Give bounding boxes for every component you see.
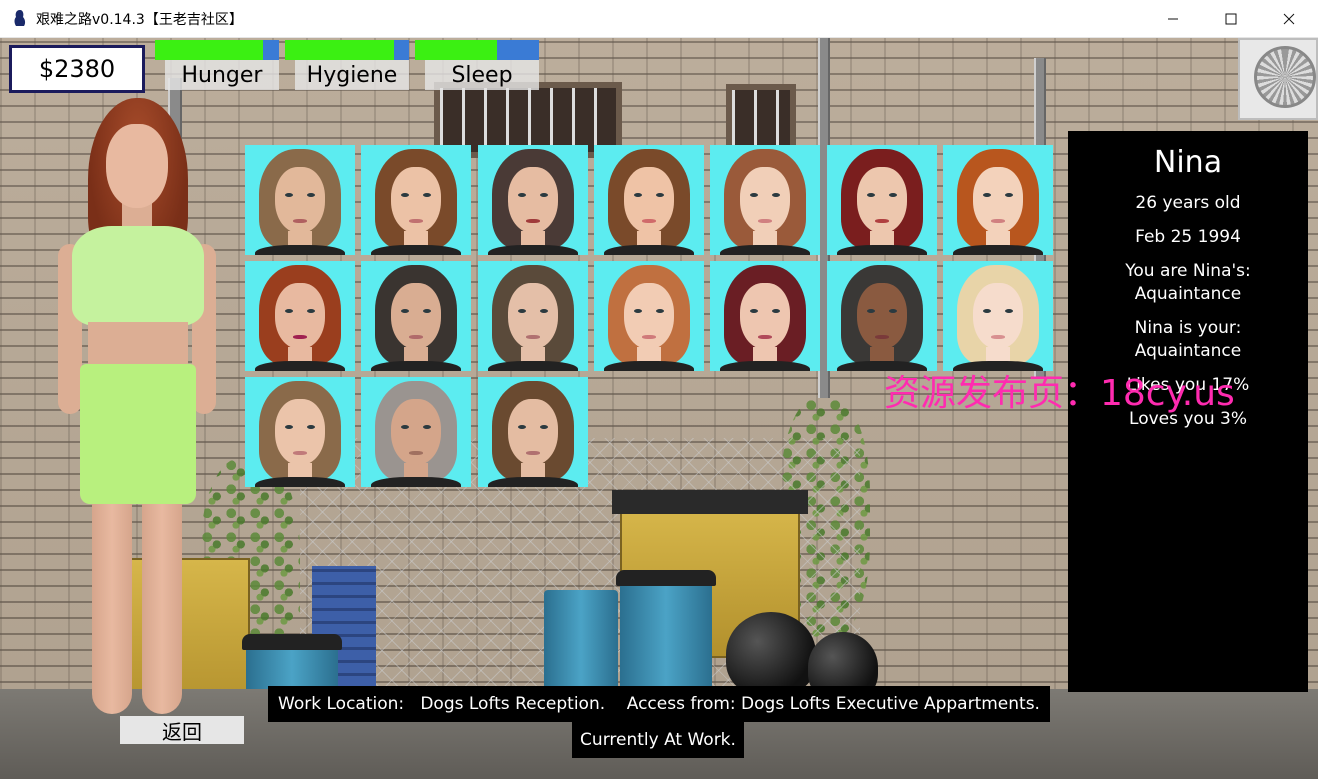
character-portrait[interactable] <box>942 261 1053 371</box>
character-portrait[interactable] <box>477 261 588 371</box>
character-portrait[interactable] <box>826 145 937 255</box>
game-viewport: $2380 Hunger Hygiene Sleep Nina 26 years o… <box>0 38 1318 779</box>
character-birthdate: Feb 25 1994 <box>1135 227 1241 247</box>
stat-hygiene: Hygiene <box>285 40 409 90</box>
watermark-text: 资源发布页：18cy.us <box>884 373 1235 414</box>
trash-bin-lid <box>242 634 342 650</box>
stat-sleep: Sleep <box>415 40 539 90</box>
character-name: Nina <box>1153 145 1223 180</box>
dumpster-lid <box>612 490 808 514</box>
character-portrait[interactable] <box>245 377 355 487</box>
character-portrait[interactable] <box>710 145 821 255</box>
stat-bar-track <box>285 40 409 60</box>
character-portrait[interactable] <box>245 145 355 255</box>
relation-value-you-are: Aquaintance <box>1134 284 1242 304</box>
stat-label: Hygiene <box>295 60 409 90</box>
stat-label: Hunger <box>165 60 279 90</box>
stat-bar-track <box>415 40 539 60</box>
app-icon <box>14 9 26 26</box>
relation-value-is-your: Aquaintance <box>1134 341 1242 361</box>
character-portrait[interactable] <box>245 261 355 371</box>
minimize-icon[interactable] <box>1144 0 1202 38</box>
character-portrait[interactable] <box>477 377 588 487</box>
work-status-bar: Currently At Work. <box>572 722 744 758</box>
stat-bar-fill <box>285 40 395 60</box>
stat-bar-track <box>155 40 279 60</box>
stat-bar-fill <box>415 40 497 60</box>
player-character <box>30 94 240 714</box>
stat-hunger: Hunger <box>155 40 279 90</box>
character-portrait[interactable] <box>593 261 704 371</box>
character-portrait[interactable] <box>826 261 937 371</box>
maximize-icon[interactable] <box>1202 0 1260 38</box>
stat-bar-fill <box>155 40 263 60</box>
character-portrait[interactable] <box>942 145 1053 255</box>
character-portrait[interactable] <box>361 261 472 371</box>
window-controls <box>1144 0 1318 38</box>
character-portrait[interactable] <box>361 145 472 255</box>
character-portrait[interactable] <box>361 377 472 487</box>
work-location-bar: Work Location: Dogs Lofts Reception. Acc… <box>268 686 1050 722</box>
relation-label-is-your: Nina is your: <box>1134 318 1242 338</box>
air-conditioner <box>1238 38 1318 120</box>
money-display: $2380 <box>9 45 145 93</box>
character-portrait[interactable] <box>710 261 821 371</box>
stat-label: Sleep <box>425 60 539 90</box>
window-title: 艰难之路v0.14.3【王老吉社区】 <box>36 11 243 28</box>
trash-bin-lid <box>616 570 716 586</box>
back-button[interactable]: 返回 <box>120 716 244 744</box>
character-portrait[interactable] <box>477 145 588 255</box>
garbage-bag <box>726 612 816 696</box>
character-age: 26 years old <box>1135 193 1241 213</box>
character-portrait[interactable] <box>593 145 704 255</box>
relation-label-you-are: You are Nina's: <box>1125 261 1251 281</box>
window-titlebar: 艰难之路v0.14.3【王老吉社区】 <box>0 0 1318 38</box>
close-icon[interactable] <box>1260 0 1318 38</box>
